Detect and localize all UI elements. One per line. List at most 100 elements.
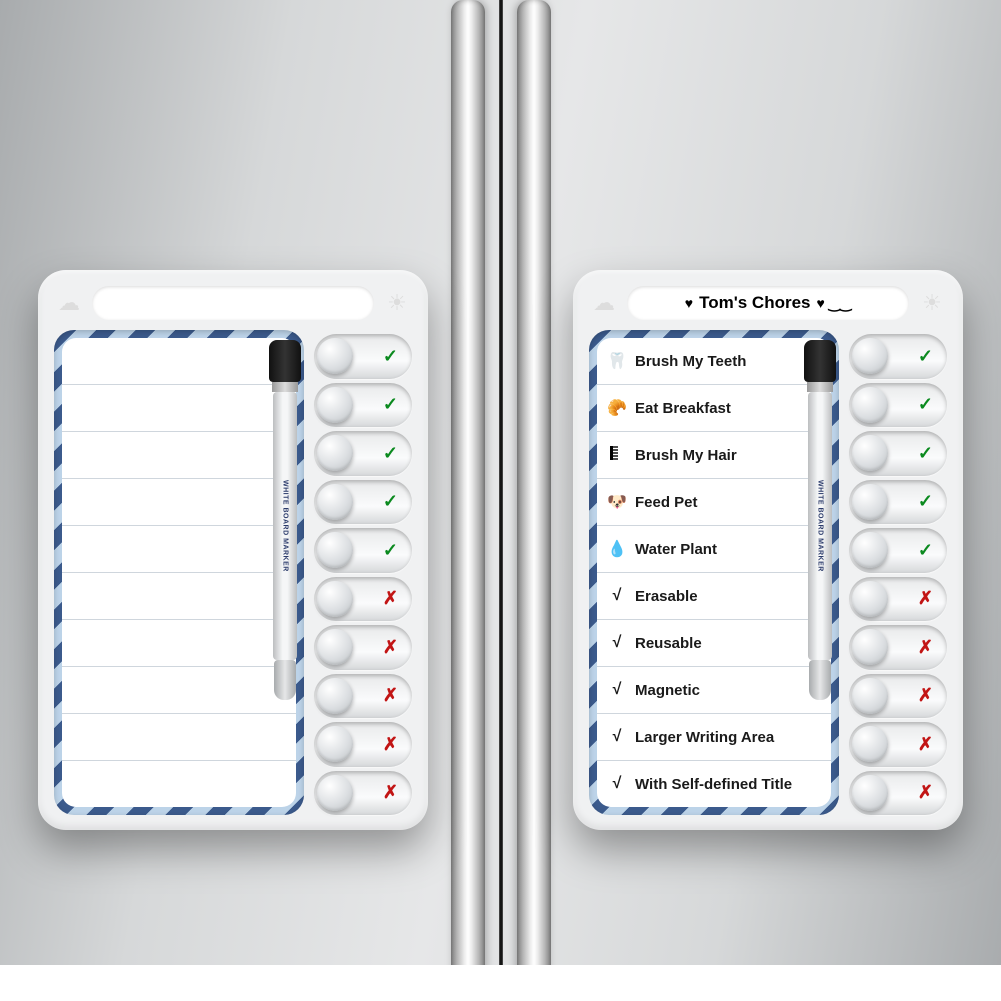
check-icon: ✓ [383,540,398,561]
title-text: Tom's Chores [699,293,810,313]
slider-knob [852,629,888,665]
status-slider[interactable]: ✗ [849,577,947,622]
fridge-handles [451,0,551,1001]
list-item[interactable] [62,573,296,620]
sun-icon: ☀ [382,291,412,315]
check-icon: ✓ [918,394,933,415]
check-icon: ✓ [918,443,933,464]
list-item[interactable] [62,667,296,714]
chore-board-blank: ☁ ☀ ✓✓✓✓✓✗✗✗✗✗ WHITE BOARD MARKER [38,270,428,830]
row-text: With Self-defined Title [635,776,792,793]
list-item[interactable]: Brush My Hair [597,432,831,479]
row-text: Eat Breakfast [635,400,731,417]
status-slider[interactable]: ✓ [849,528,947,573]
check-icon: ✓ [383,394,398,415]
list-item[interactable] [62,479,296,526]
slider-knob [317,629,353,665]
list-item[interactable] [62,432,296,479]
slider-knob [852,338,888,374]
row-text: Larger Writing Area [635,729,774,746]
list-item[interactable]: √ Erasable [597,573,831,620]
slider-knob [317,338,353,374]
status-slider[interactable]: ✓ [314,334,412,379]
marker-label: WHITE BOARD MARKER [282,480,289,572]
heart-icon: ♥ [685,295,693,311]
whiteboard-marker[interactable]: WHITE BOARD MARKER [270,340,300,700]
row-icon: 🐶 [607,492,627,512]
title-input-blank[interactable] [92,286,374,320]
fridge-handle-right [517,0,551,1001]
check-icon: ✓ [383,443,398,464]
status-slider[interactable]: ✓ [314,480,412,525]
slider-knob [852,387,888,423]
list-item[interactable]: 🦷Brush My Teeth [597,338,831,385]
status-slider[interactable]: ✗ [314,771,412,816]
list-item[interactable] [62,620,296,667]
slider-column: ✓✓✓✓✓✗✗✗✗✗ [314,330,412,815]
slider-knob [852,581,888,617]
check-icon: ✓ [918,346,933,367]
fridge-divider [499,0,503,1001]
status-slider[interactable]: ✓ [314,383,412,428]
status-slider[interactable]: ✓ [849,431,947,476]
list-item[interactable]: √With Self-defined Title [597,761,831,807]
row-text: Feed Pet [635,494,698,511]
list-item[interactable] [62,714,296,761]
status-slider[interactable]: ✗ [849,674,947,719]
row-icon: 🦷 [607,351,627,371]
list-item[interactable]: 🐶 Feed Pet [597,479,831,526]
slider-knob [852,532,888,568]
list-item[interactable] [62,385,296,432]
status-slider[interactable]: ✗ [849,722,947,767]
list-item[interactable]: √Larger Writing Area [597,714,831,761]
status-slider[interactable]: ✗ [314,625,412,670]
marker-label: WHITE BOARD MARKER [817,480,824,572]
slider-knob [317,484,353,520]
status-slider[interactable]: ✓ [314,528,412,573]
fridge-handle-left [451,0,485,1001]
slider-knob [852,678,888,714]
cross-icon: ✗ [383,685,398,706]
slider-knob [317,678,353,714]
status-slider[interactable]: ✗ [849,771,947,816]
row-icon: √ [607,681,627,699]
row-icon: √ [607,587,627,605]
row-icon: 💧 [607,539,627,559]
heart-smile-icon: ♥ ‿‿ [817,295,852,312]
status-slider[interactable]: ✓ [849,383,947,428]
cross-icon: ✗ [918,637,933,658]
row-icon: 🥐 [607,398,627,418]
whiteboard-marker[interactable]: WHITE BOARD MARKER [805,340,835,700]
check-icon: ✓ [383,491,398,512]
list-item[interactable] [62,338,296,385]
cross-icon: ✗ [383,588,398,609]
list-item[interactable]: 💧Water Plant [597,526,831,573]
list-item[interactable]: √Reusable [597,620,831,667]
list-item[interactable] [62,526,296,573]
bottom-border [0,965,1001,1001]
cloud-icon: ☁ [54,291,84,315]
status-slider[interactable]: ✗ [849,625,947,670]
slider-knob [852,435,888,471]
row-text: Erasable [635,588,698,605]
sun-icon: ☀ [917,291,947,315]
status-slider[interactable]: ✗ [314,577,412,622]
list-item[interactable]: √Magnetic [597,667,831,714]
list-item[interactable]: 🥐 Eat Breakfast [597,385,831,432]
list-item[interactable] [62,761,296,807]
check-icon: ✓ [383,346,398,367]
status-slider[interactable]: ✓ [314,431,412,476]
task-list: 🦷Brush My Teeth 🥐 Eat Breakfast Brush My Ha… [597,338,831,807]
title-input-filled[interactable]: ♥ Tom's Chores ♥ ‿‿ [627,286,909,320]
status-slider[interactable]: ✓ [849,334,947,379]
status-slider[interactable]: ✓ [849,480,947,525]
cross-icon: ✗ [383,637,398,658]
status-slider[interactable]: ✗ [314,674,412,719]
status-slider[interactable]: ✗ [314,722,412,767]
cross-icon: ✗ [918,685,933,706]
slider-knob [317,387,353,423]
check-icon: ✓ [918,540,933,561]
task-list-frame: 🦷Brush My Teeth 🥐 Eat Breakfast Brush My Ha… [589,330,839,815]
slider-knob [317,581,353,617]
slider-knob [852,775,888,811]
